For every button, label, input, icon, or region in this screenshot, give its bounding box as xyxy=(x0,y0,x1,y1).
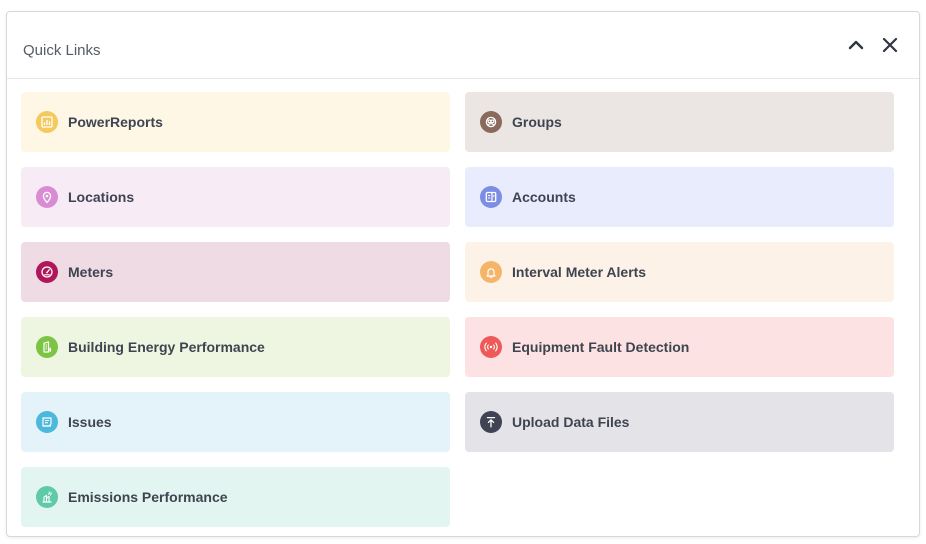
groups-link[interactable]: Groups xyxy=(465,92,894,152)
power-reports-link[interactable]: PowerReports xyxy=(21,92,450,152)
bell-icon xyxy=(480,261,502,283)
accounts-link[interactable]: Accounts xyxy=(465,167,894,227)
close-icon[interactable] xyxy=(879,34,901,56)
interval-meter-alerts-link[interactable]: Interval Meter Alerts xyxy=(465,242,894,302)
equipment-fault-detection-link[interactable]: Equipment Fault Detection xyxy=(465,317,894,377)
accounts-icon xyxy=(480,186,502,208)
power-reports-label: PowerReports xyxy=(68,114,163,130)
interval-meter-alerts-label: Interval Meter Alerts xyxy=(512,264,647,280)
groups-label: Groups xyxy=(512,114,562,130)
meter-gauge-icon xyxy=(36,261,58,283)
building-energy-performance-label: Building Energy Performance xyxy=(68,339,265,355)
groups-icon xyxy=(480,111,502,133)
signal-fault-icon xyxy=(480,336,502,358)
locations-link[interactable]: Locations xyxy=(21,167,450,227)
panel-header: Quick Links xyxy=(7,12,919,79)
issues-link[interactable]: Issues xyxy=(21,392,450,452)
building-energy-icon xyxy=(36,336,58,358)
panel-title: Quick Links xyxy=(23,42,101,59)
emissions-performance-link[interactable]: Emissions Performance xyxy=(21,467,450,527)
upload-data-files-label: Upload Data Files xyxy=(512,414,630,430)
report-icon xyxy=(36,111,58,133)
building-energy-performance-link[interactable]: Building Energy Performance xyxy=(21,317,450,377)
chevron-up-icon[interactable] xyxy=(845,34,867,56)
locations-label: Locations xyxy=(68,189,135,205)
equipment-fault-detection-label: Equipment Fault Detection xyxy=(512,339,690,355)
upload-icon xyxy=(480,411,502,433)
quick-links-panel: Quick Links PowerReports Groups Location… xyxy=(6,11,920,537)
emissions-icon xyxy=(36,486,58,508)
meters-link[interactable]: Meters xyxy=(21,242,450,302)
meters-label: Meters xyxy=(68,264,114,280)
issues-icon xyxy=(36,411,58,433)
issues-label: Issues xyxy=(68,414,112,430)
accounts-label: Accounts xyxy=(512,189,576,205)
upload-data-files-link[interactable]: Upload Data Files xyxy=(465,392,894,452)
location-pin-icon xyxy=(36,186,58,208)
emissions-performance-label: Emissions Performance xyxy=(68,489,228,505)
